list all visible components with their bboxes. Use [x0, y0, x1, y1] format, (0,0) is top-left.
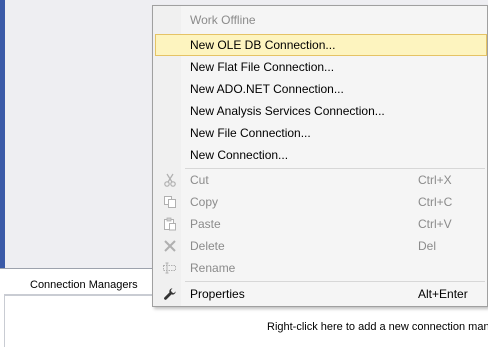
menu-item-new-file-connection[interactable]: New File Connection... [155, 122, 487, 144]
menu-item-label: New ADO.NET Connection... [190, 82, 344, 96]
menu-item-label: Copy [190, 195, 219, 209]
menu-item-paste[interactable]: Paste Ctrl+V [155, 213, 487, 235]
menu-item-shortcut: Ctrl+C [418, 195, 453, 209]
menu-item-label: Delete [190, 239, 225, 253]
menu-item-shortcut: Ctrl+X [418, 173, 452, 187]
menu-item-label: Cut [190, 173, 209, 187]
menu-item-label: Work Offline [190, 13, 256, 27]
menu-item-shortcut: Alt+Enter [418, 287, 468, 301]
menu-item-shortcut: Ctrl+V [418, 217, 452, 231]
menu-item-cut[interactable]: Cut Ctrl+X [155, 169, 487, 191]
menu-item-properties[interactable]: Properties Alt+Enter [155, 283, 487, 305]
menu-item-label: New Connection... [190, 148, 289, 162]
menu-item-new-flat-file-connection[interactable]: New Flat File Connection... [155, 56, 487, 78]
menu-item-delete[interactable]: Delete Del [155, 235, 487, 257]
menu-item-new-adonet-connection[interactable]: New ADO.NET Connection... [155, 78, 487, 100]
designer-left-edge [0, 0, 5, 268]
menu-item-label: Properties [190, 287, 245, 301]
designer-window: Connection Managers Right-click here to … [0, 0, 488, 347]
scissors-icon [162, 172, 178, 188]
rename-icon [162, 260, 178, 276]
menu-item-work-offline[interactable]: Work Offline [155, 9, 487, 31]
connection-managers-tab-label: Connection Managers [30, 279, 138, 291]
wrench-icon [162, 286, 178, 302]
menu-item-new-oledb-connection[interactable]: New OLE DB Connection... [155, 34, 487, 56]
connection-managers-tab[interactable]: Connection Managers [4, 277, 156, 295]
menu-item-label: New Flat File Connection... [190, 60, 335, 74]
menu-item-new-analysis-services-connection[interactable]: New Analysis Services Connection... [155, 100, 487, 122]
menu-separator [185, 281, 485, 282]
menu-item-copy[interactable]: Copy Ctrl+C [155, 191, 487, 213]
menu-item-label: Paste [190, 217, 221, 231]
menu-item-label: New Analysis Services Connection... [190, 104, 385, 118]
connection-managers-hint: Right-click here to add a new connection… [267, 321, 488, 333]
paste-icon [162, 216, 178, 232]
menu-item-label: Rename [190, 261, 236, 275]
delete-icon [162, 238, 178, 254]
context-menu: Work Offline New OLE DB Connection... Ne… [152, 5, 488, 307]
menu-item-rename[interactable]: Rename [155, 257, 487, 279]
menu-item-shortcut: Del [418, 239, 437, 253]
menu-item-label: New File Connection... [190, 126, 311, 140]
menu-item-label: New OLE DB Connection... [190, 38, 336, 52]
copy-icon [162, 194, 178, 210]
panel-left-border [4, 295, 5, 347]
menu-item-new-connection[interactable]: New Connection... [155, 144, 487, 166]
